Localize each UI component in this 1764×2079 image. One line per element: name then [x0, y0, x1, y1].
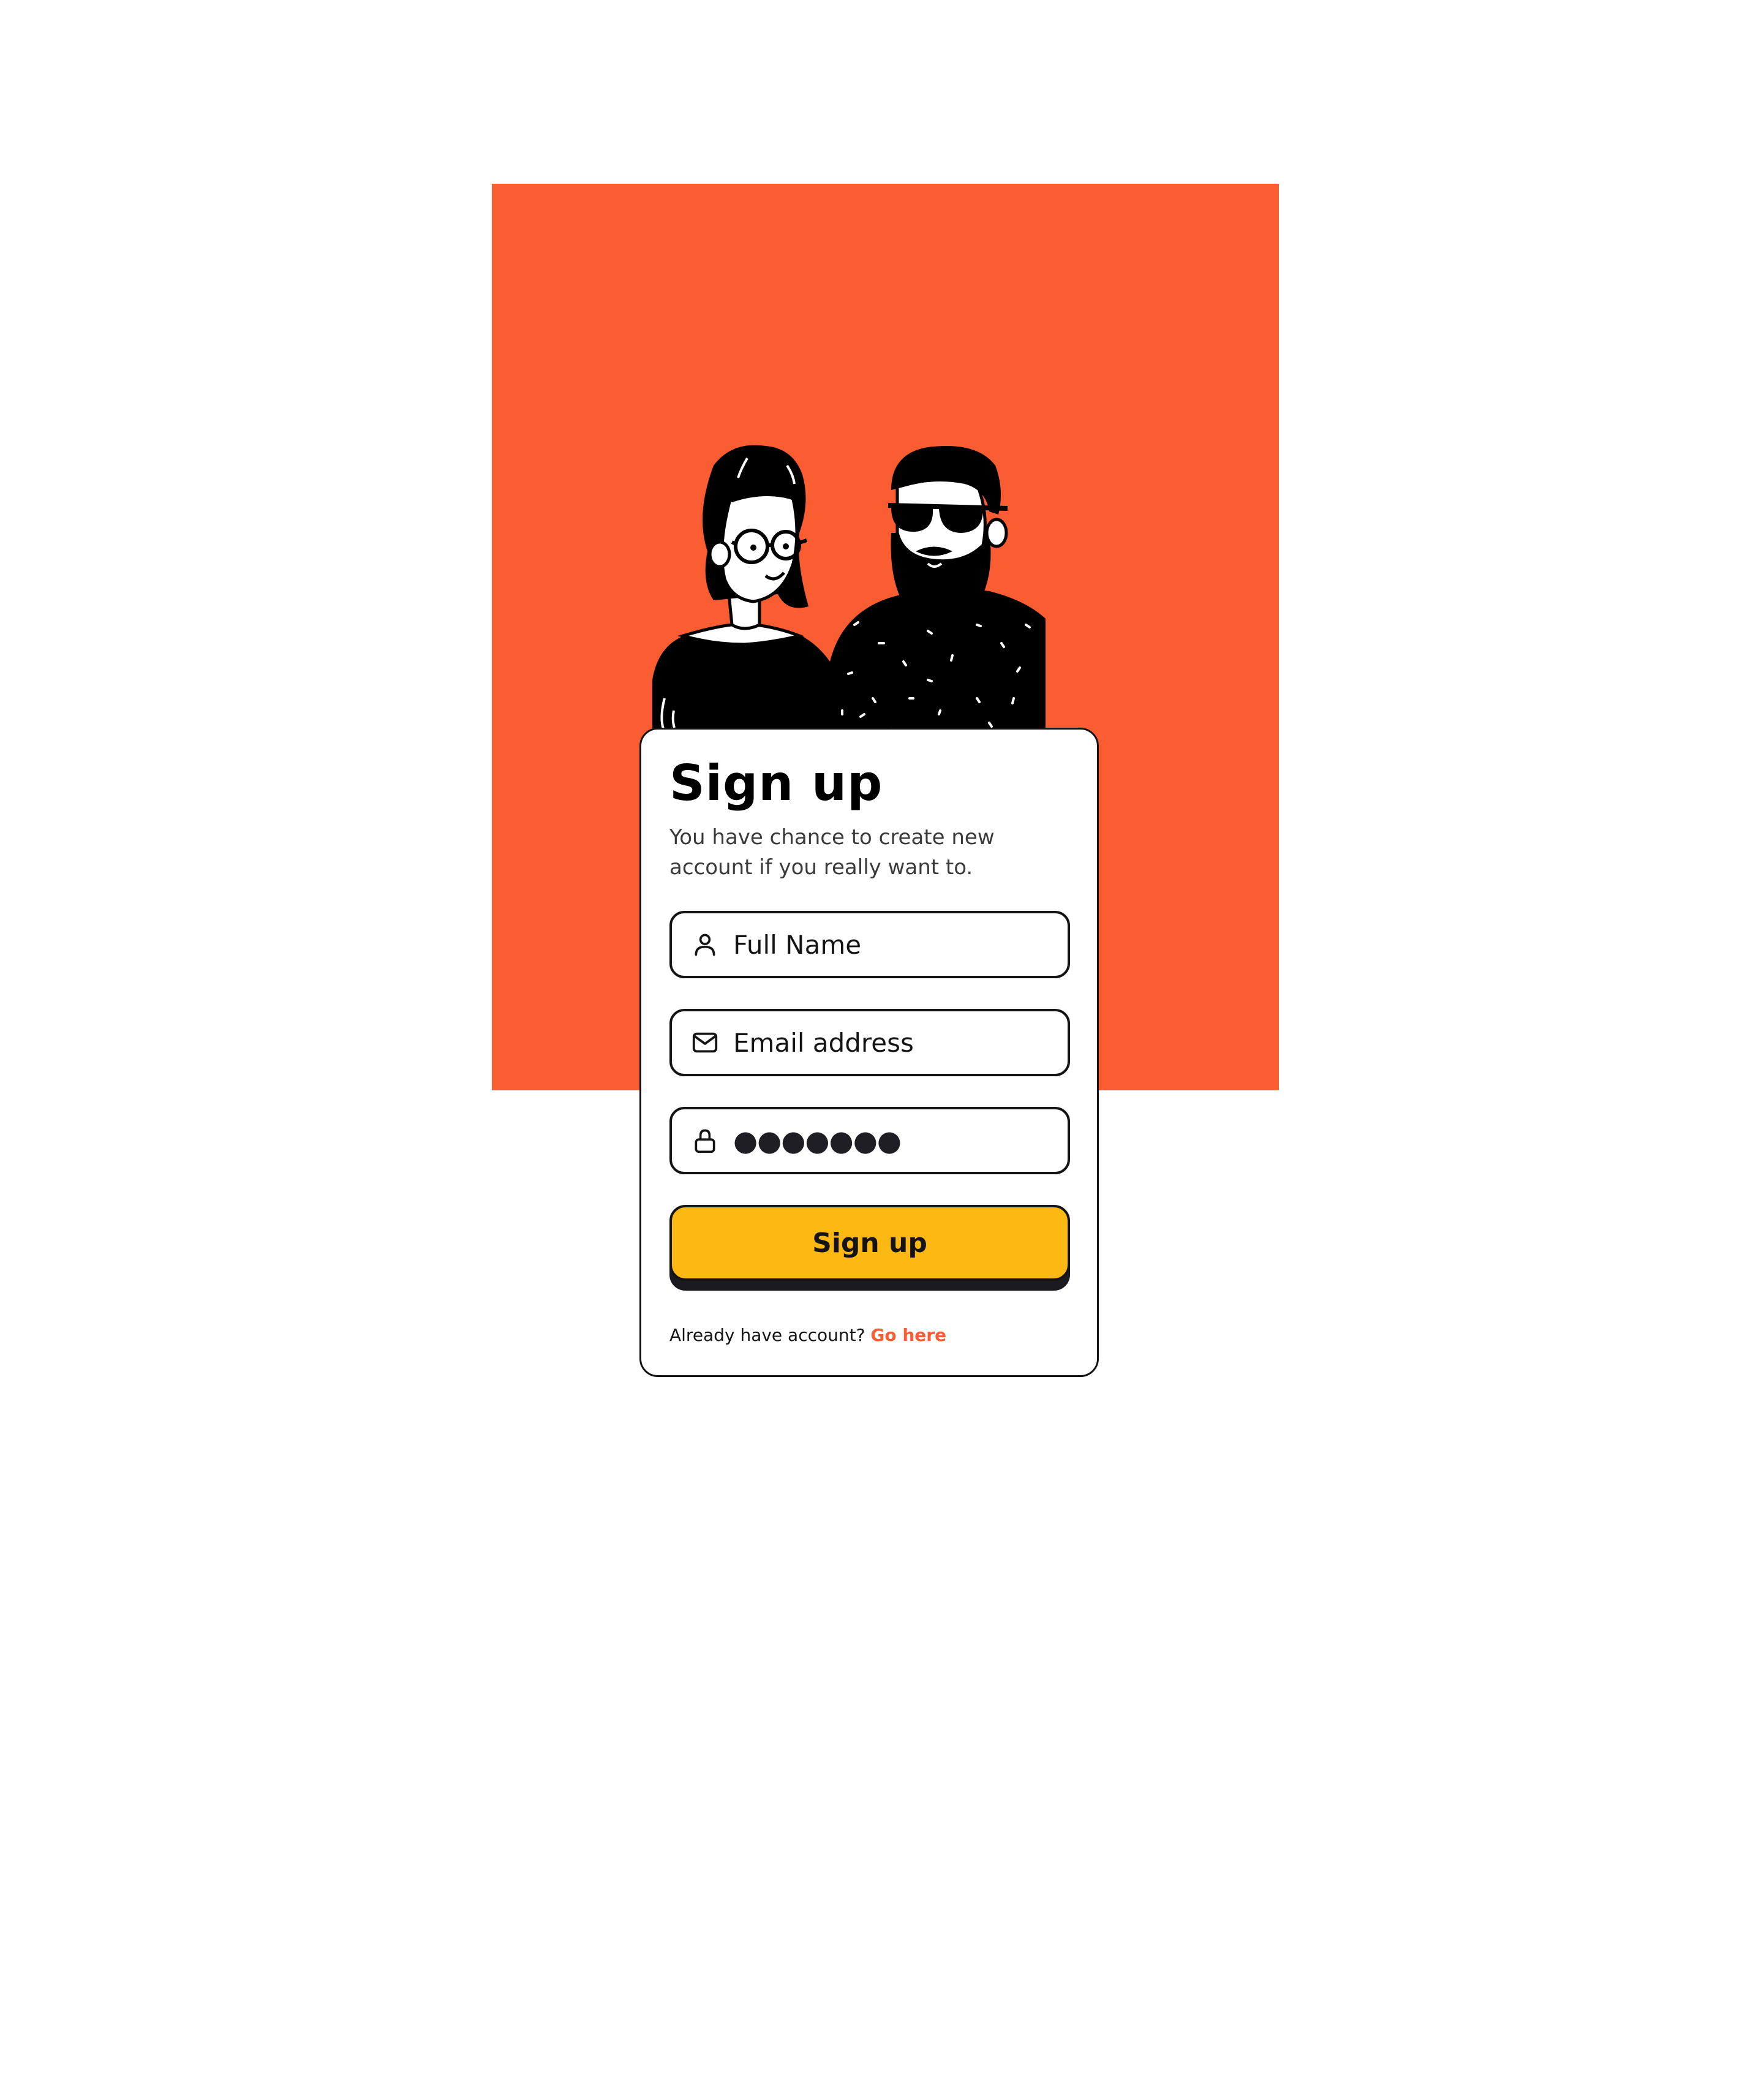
email-input[interactable]: [733, 1027, 1052, 1058]
mail-icon: [690, 1028, 720, 1057]
lock-icon: [690, 1126, 720, 1155]
page-title: Sign up: [669, 755, 883, 812]
signin-prompt-text: Already have account?: [669, 1325, 865, 1345]
password-input[interactable]: ●●●●●●●: [733, 1126, 902, 1155]
two-people-illustration: [652, 445, 1046, 735]
signup-card: Sign up You have chance to create new ac…: [639, 728, 1099, 1377]
user-icon: [690, 930, 720, 959]
full-name-field[interactable]: [669, 911, 1070, 978]
full-name-input[interactable]: [733, 929, 1052, 960]
signin-prompt: Already have account? Go here: [669, 1325, 946, 1345]
email-field[interactable]: [669, 1009, 1070, 1076]
go-here-link[interactable]: Go here: [870, 1325, 946, 1345]
page-subtitle: You have chance to create new account if…: [669, 825, 995, 880]
password-field[interactable]: ●●●●●●●: [669, 1107, 1070, 1174]
signup-button[interactable]: Sign up: [669, 1205, 1070, 1281]
